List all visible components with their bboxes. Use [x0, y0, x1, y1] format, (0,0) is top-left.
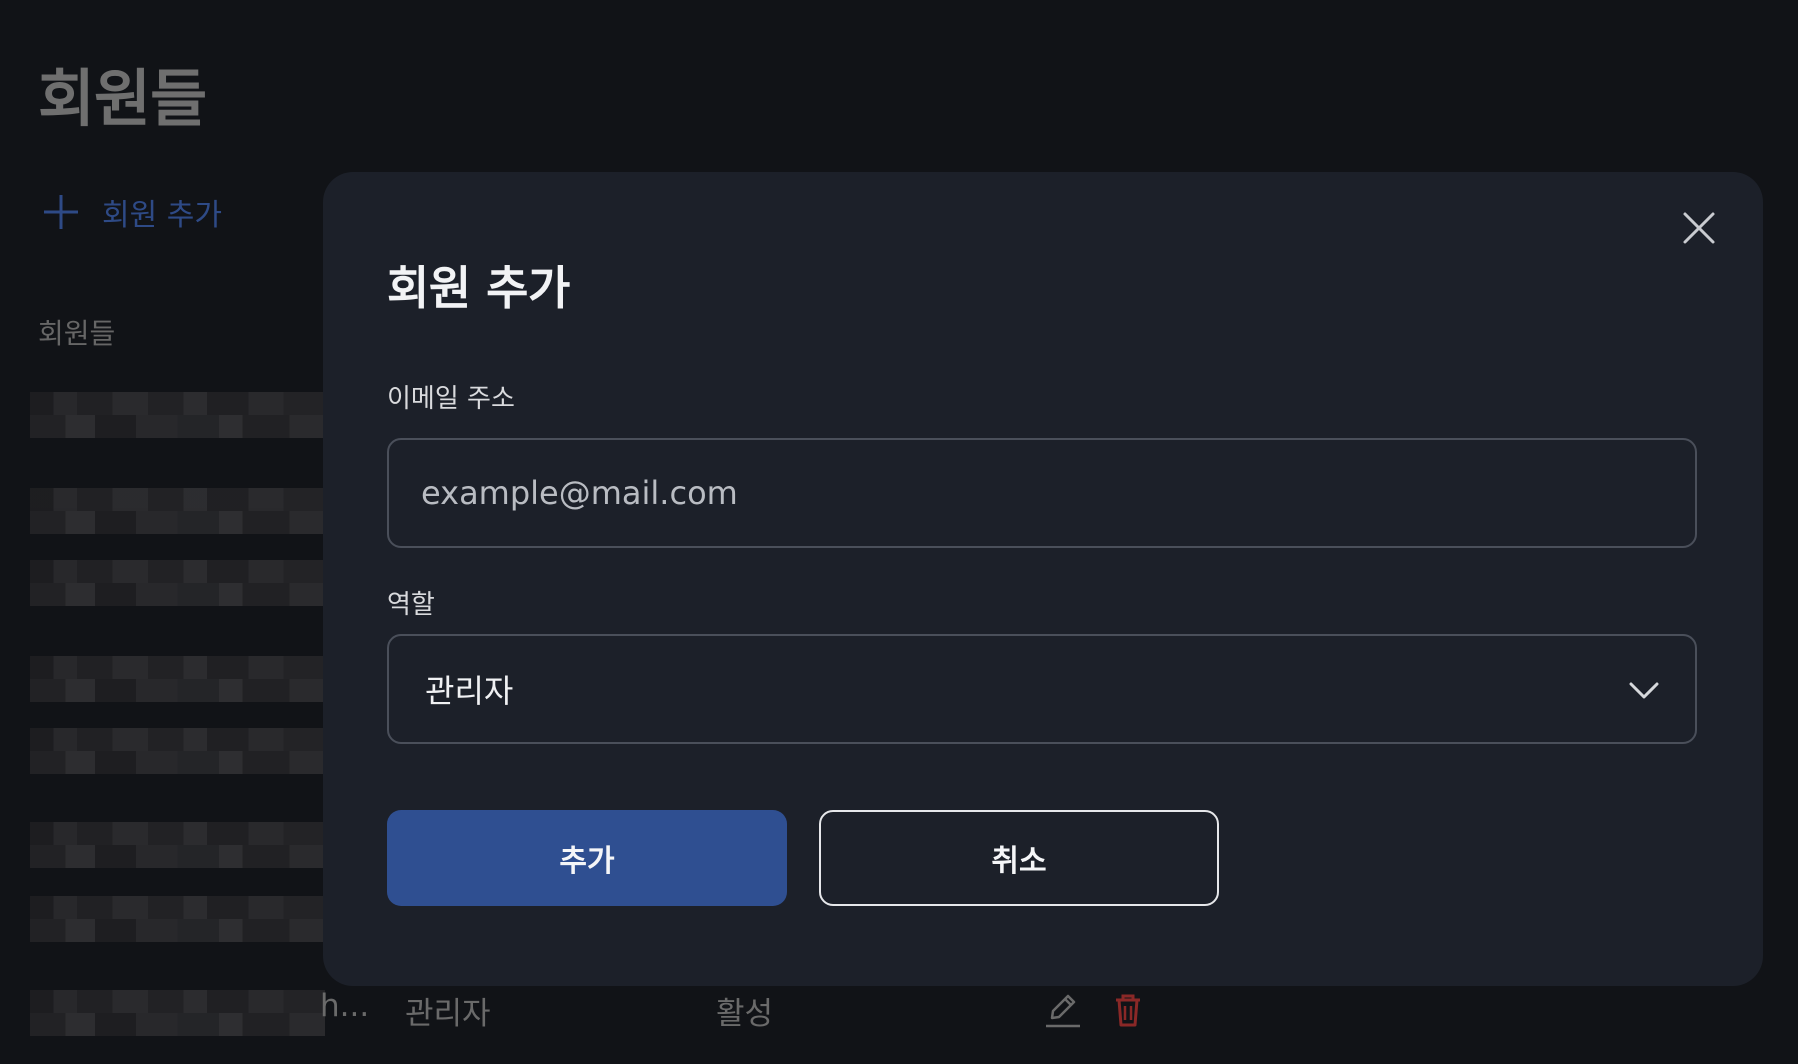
table-row-redacted — [30, 392, 325, 438]
table-row-redacted — [30, 896, 325, 942]
table-row-redacted — [30, 656, 325, 702]
table-row-redacted — [30, 560, 325, 606]
modal-title: 회원 추가 — [387, 261, 570, 315]
table-row-redacted — [30, 488, 325, 534]
role-select-value: 관리자 — [425, 672, 514, 710]
close-icon[interactable] — [1681, 210, 1717, 246]
members-page: 회원들 회원 추가 회원들 h... 관리자 활성 회원 추가 이메일 주소 e… — [0, 0, 1798, 1064]
table-row-redacted — [30, 822, 325, 868]
email-field[interactable] — [387, 438, 1697, 548]
edit-icon[interactable] — [1042, 990, 1082, 1030]
chevron-down-icon — [1629, 682, 1659, 699]
table-row-redacted — [30, 990, 325, 1036]
plus-icon — [44, 195, 78, 229]
add-button[interactable]: 추가 — [387, 810, 787, 906]
add-member-link[interactable]: 회원 추가 — [42, 190, 222, 234]
role-label: 역할 — [387, 590, 435, 620]
member-role: 관리자 — [405, 996, 491, 1032]
trash-icon[interactable] — [1108, 990, 1148, 1030]
table-row-redacted — [30, 728, 325, 774]
members-section-label: 회원들 — [38, 317, 116, 350]
role-select[interactable]: 관리자 — [387, 634, 1697, 744]
cancel-button[interactable]: 취소 — [819, 810, 1219, 906]
member-status: 활성 — [716, 996, 774, 1032]
add-member-label: 회원 추가 — [102, 198, 222, 233]
page-title: 회원들 — [38, 62, 207, 135]
email-label: 이메일 주소 — [387, 384, 515, 414]
add-member-modal: 회원 추가 이메일 주소 역할 관리자 추가 취소 — [323, 172, 1763, 986]
member-email-truncated: h... — [320, 988, 370, 1024]
